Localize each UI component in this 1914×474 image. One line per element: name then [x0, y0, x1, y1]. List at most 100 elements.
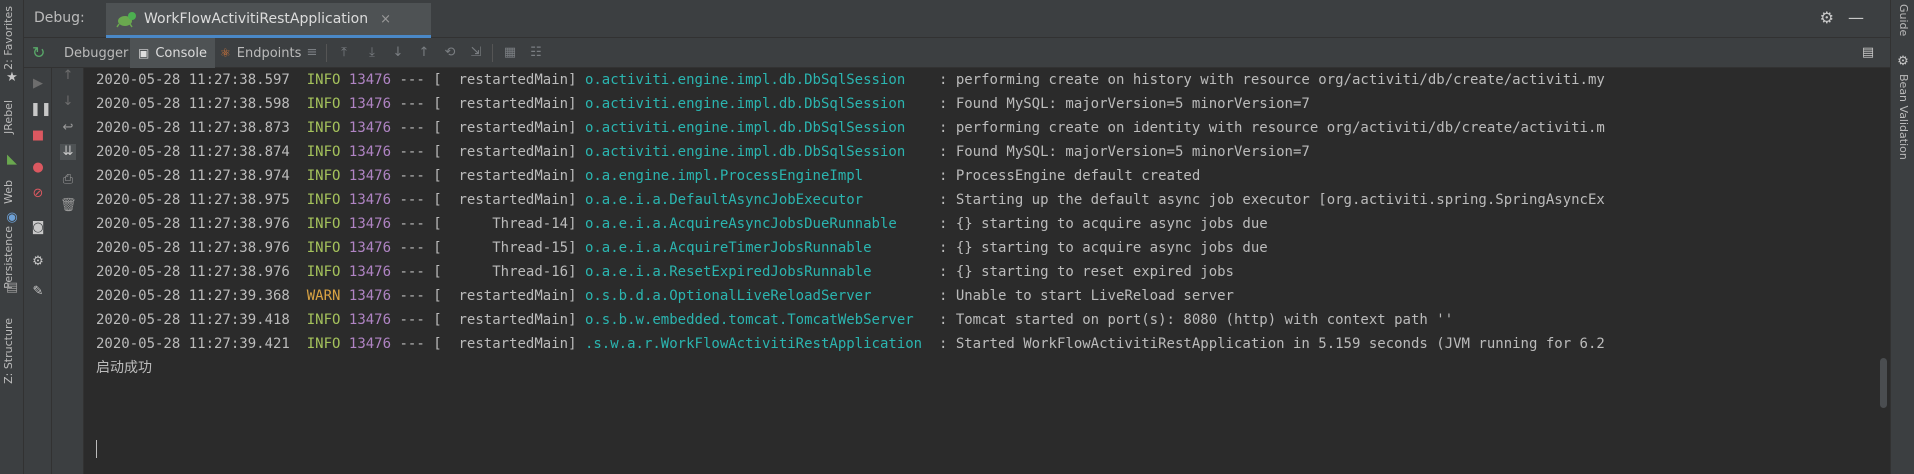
log-separator: --- [399, 288, 425, 304]
resume-icon[interactable]: ▶ [30, 76, 46, 92]
down-arrow-icon[interactable]: ↓ [60, 94, 76, 110]
log-pid: 13476 [348, 96, 392, 112]
debug-toolbar: ↻ Debugger ▣ Console ⚛ Endpoints ≡ ⤒ ⤓ ↓ ↑… [24, 38, 1890, 68]
log-message: : performing create on history with reso… [938, 72, 1605, 88]
tab-debugger-label: Debugger [64, 45, 129, 61]
tab-console[interactable]: ▣ Console [130, 38, 215, 68]
log-timestamp: 2020-05-28 11:27:38.976 [96, 264, 290, 280]
step-into-icon[interactable]: ↓ [390, 45, 406, 61]
web-icon: ◉ [6, 210, 18, 225]
log-thread: [ restartedMain] [433, 192, 577, 208]
print-icon[interactable]: ⎙ [60, 172, 76, 188]
menu-icon[interactable]: ≡ [304, 45, 320, 61]
log-separator: --- [399, 144, 425, 160]
log-separator: --- [399, 96, 425, 112]
log-message: : ProcessEngine default created [938, 168, 1201, 184]
bean-validation-icon: ⚙ [1897, 54, 1909, 69]
up-arrow-icon[interactable]: ↑ [60, 68, 76, 84]
log-pid: 13476 [348, 168, 392, 184]
scroll-to-end-icon[interactable]: ⇊ [60, 144, 76, 160]
log-logger: o.a.e.i.a.ResetExpiredJobsRunnable [584, 264, 931, 280]
pause-icon[interactable]: ❚❚ [30, 102, 52, 118]
log-timestamp: 2020-05-28 11:27:38.976 [96, 216, 290, 232]
log-line: 2020-05-28 11:27:38.974 INFO 13476 --- [… [84, 164, 1876, 188]
trace-icon[interactable]: ☷ [528, 45, 544, 61]
log-pid: 13476 [348, 288, 392, 304]
log-level: INFO [306, 96, 341, 112]
endpoints-icon: ⚛ [220, 46, 231, 60]
log-line: 2020-05-28 11:27:38.598 INFO 13476 --- [… [84, 92, 1876, 116]
tool-tab-jrebel[interactable]: JRebel [2, 100, 15, 134]
log-separator: --- [399, 120, 425, 136]
settings-icon[interactable]: ⚙ [30, 254, 46, 270]
show-execution-point-icon[interactable]: ⤒ [336, 45, 352, 61]
console-icon: ▣ [138, 46, 150, 60]
step-over-icon[interactable]: ⤓ [364, 45, 380, 61]
log-timestamp: 2020-05-28 11:27:39.418 [96, 312, 290, 328]
tab-endpoints[interactable]: ⚛ Endpoints [212, 38, 309, 68]
text-cursor [96, 440, 97, 458]
log-timestamp: 2020-05-28 11:27:38.974 [96, 168, 290, 184]
log-line: 2020-05-28 11:27:38.975 INFO 13476 --- [… [84, 188, 1876, 212]
log-timestamp: 2020-05-28 11:27:38.598 [96, 96, 290, 112]
evaluate-expression-icon[interactable]: ▦ [502, 45, 518, 61]
tool-tab-web[interactable]: Web [2, 180, 15, 204]
log-logger: o.activiti.engine.impl.db.DbSqlSession [584, 72, 931, 88]
close-tab-icon[interactable]: × [380, 12, 391, 27]
mute-breakpoints-icon[interactable]: ⊘ [30, 186, 46, 202]
view-breakpoints-icon[interactable]: ● [30, 160, 46, 176]
log-thread: [ restartedMain] [433, 72, 577, 88]
log-pid: 13476 [348, 72, 392, 88]
log-line: 2020-05-28 11:27:39.368 WARN 13476 --- [… [84, 284, 1876, 308]
log-line: 2020-05-28 11:27:38.874 INFO 13476 --- [… [84, 140, 1876, 164]
log-thread: [ restartedMain] [433, 312, 577, 328]
step-out-icon[interactable]: ↑ [416, 45, 432, 61]
tool-tab-guide[interactable]: Guide [1897, 4, 1910, 36]
minimize-icon[interactable]: — [1848, 8, 1878, 27]
log-logger: o.activiti.engine.impl.db.DbSqlSession [584, 144, 931, 160]
log-logger: o.s.b.w.embedded.tomcat.TomcatWebServer [584, 312, 931, 328]
log-logger: o.a.e.i.a.AcquireAsyncJobsDueRunnable [584, 216, 931, 232]
tool-tab-structure[interactable]: Z: Structure [2, 318, 15, 384]
console-scrollbar[interactable] [1876, 68, 1890, 474]
tab-endpoints-label: Endpoints [236, 45, 302, 61]
log-message: : {} starting to acquire async jobs due [938, 240, 1268, 256]
log-level: INFO [306, 336, 341, 352]
log-separator: --- [399, 72, 425, 88]
run-to-cursor-icon[interactable]: ⇲ [468, 45, 484, 61]
layout-settings-icon[interactable]: ▤ [1860, 45, 1876, 61]
tab-debugger[interactable]: Debugger [56, 38, 136, 68]
log-thread: [ restartedMain] [433, 120, 577, 136]
camera-icon[interactable]: ◙ [30, 220, 46, 236]
log-level: INFO [306, 120, 341, 136]
clear-all-icon[interactable]: 🗑 [60, 198, 77, 214]
log-logger: o.activiti.engine.impl.db.DbSqlSession [584, 96, 931, 112]
log-line: 2020-05-28 11:27:39.418 INFO 13476 --- [… [84, 308, 1876, 332]
stop-icon[interactable]: ■ [30, 128, 46, 144]
log-separator: --- [399, 240, 425, 256]
log-logger: .s.w.a.r.WorkFlowActivitiRestApplication [584, 336, 931, 352]
log-line: 2020-05-28 11:27:38.873 INFO 13476 --- [… [84, 116, 1876, 140]
log-logger: o.s.b.d.a.OptionalLiveReloadServer [584, 288, 931, 304]
gear-icon[interactable]: ⚙ [1820, 8, 1848, 27]
log-timestamp: 2020-05-28 11:27:39.368 [96, 288, 290, 304]
console-output[interactable]: 2020-05-28 11:27:38.597 INFO 13476 --- [… [84, 68, 1876, 474]
soft-wrap-icon[interactable]: ↩ [60, 120, 76, 136]
log-thread: [ restartedMain] [433, 144, 577, 160]
scroll-thumb[interactable] [1880, 358, 1887, 408]
tool-tab-favorites[interactable]: 2: Favorites [2, 6, 15, 70]
log-thread: [ Thread-16] [433, 264, 577, 280]
header-actions: ⚙— [1820, 8, 1878, 27]
log-logger: o.a.engine.impl.ProcessEngineImpl [584, 168, 931, 184]
tool-tab-bean-validation[interactable]: Bean Validation [1897, 74, 1910, 160]
run-config-tab[interactable]: WorkFlowActivitiRestApplication × [106, 3, 431, 38]
log-separator: --- [399, 216, 425, 232]
log-level: WARN [306, 288, 341, 304]
pin-icon[interactable]: ✎ [30, 284, 46, 300]
debug-label: Debug: [34, 10, 85, 26]
log-message: : Started WorkFlowActivitiRestApplicatio… [938, 336, 1605, 352]
drop-frame-icon[interactable]: ⟲ [442, 45, 458, 61]
log-logger: o.a.e.i.a.AcquireTimerJobsRunnable [584, 240, 931, 256]
rerun-icon[interactable]: ↻ [32, 44, 50, 62]
run-config-title: WorkFlowActivitiRestApplication [144, 11, 369, 27]
